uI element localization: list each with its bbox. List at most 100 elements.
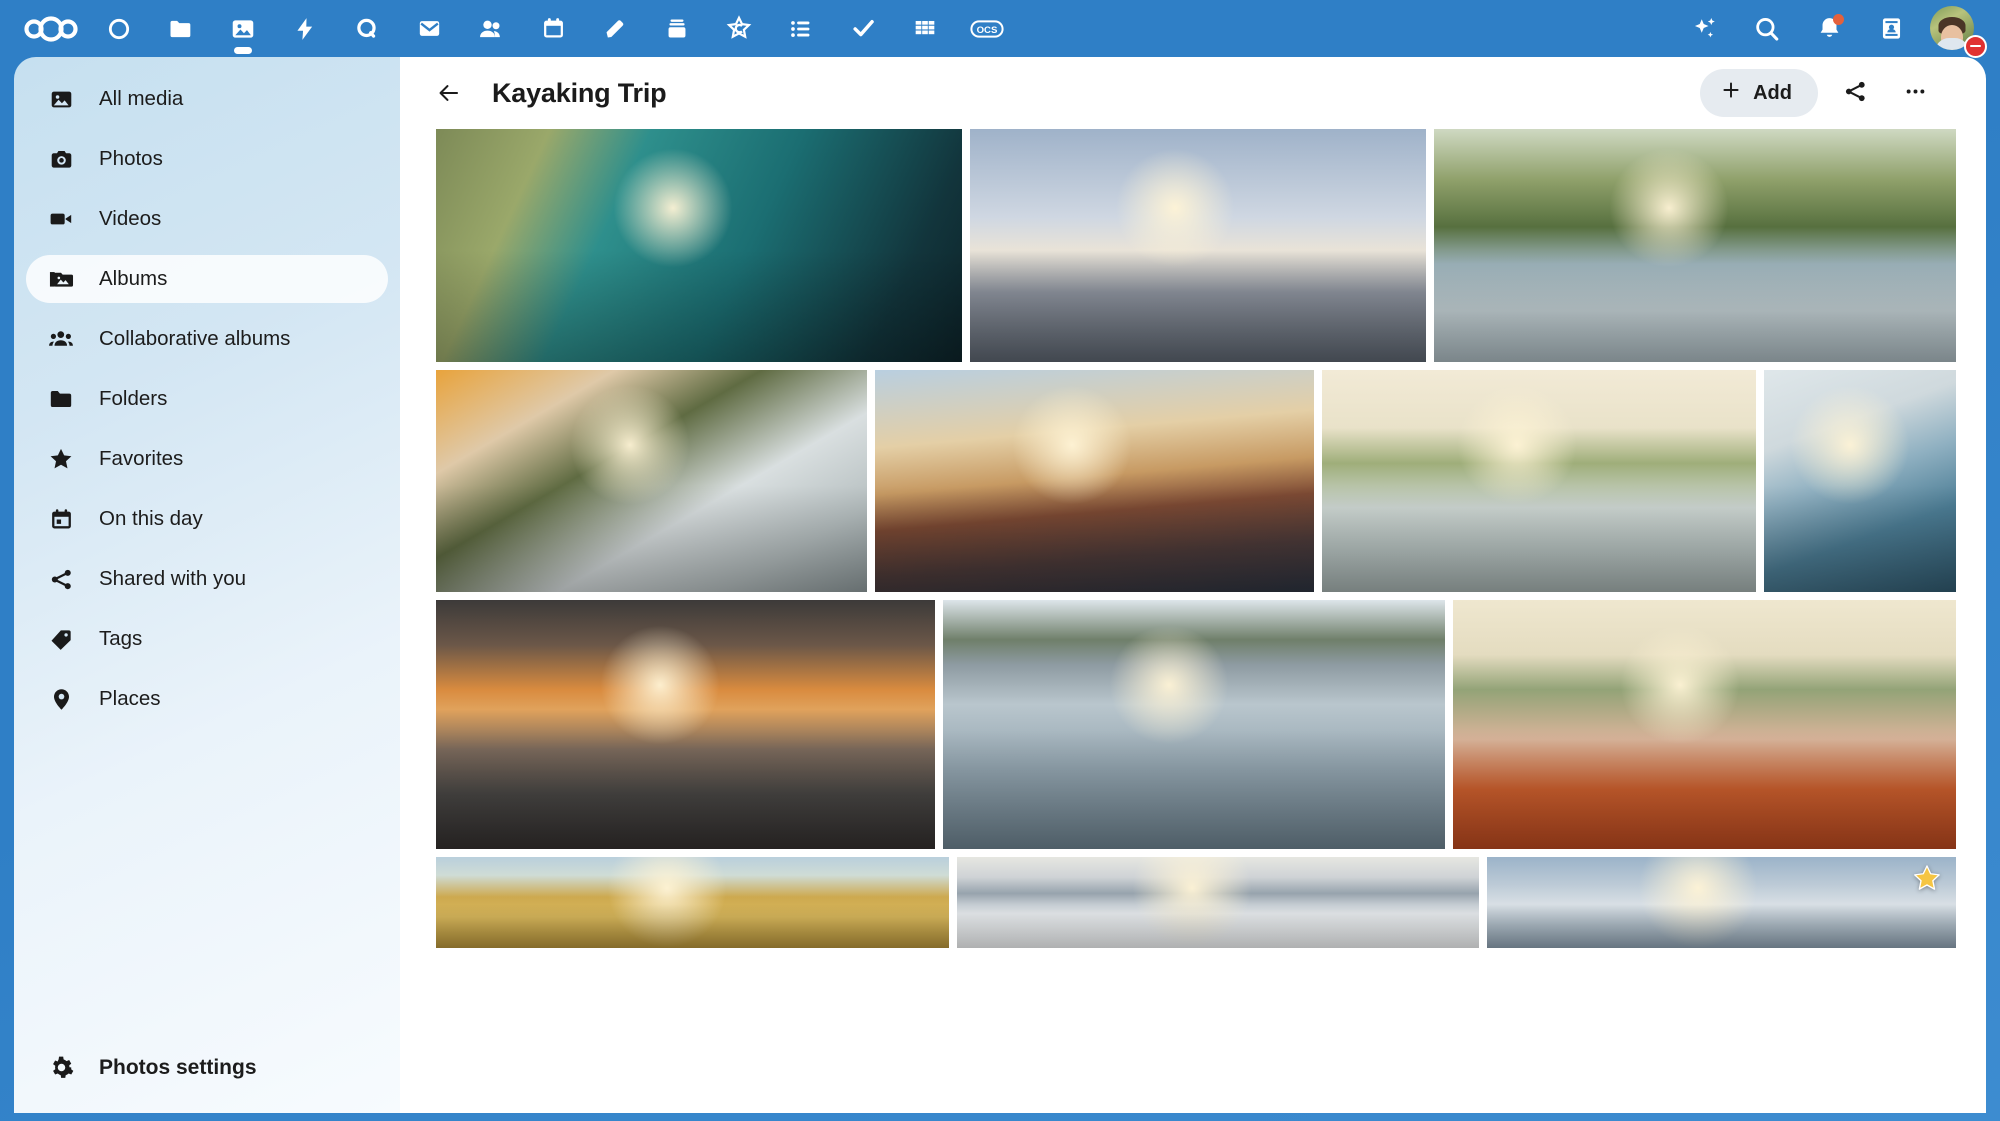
- nextcloud-logo[interactable]: [14, 3, 88, 55]
- photo-grid: [400, 129, 1986, 948]
- photo-shading: [1453, 600, 1956, 849]
- tables-icon[interactable]: [894, 3, 956, 55]
- sidebar-item-label: Albums: [99, 266, 168, 290]
- photo-shading: [874, 370, 1315, 592]
- photo-cloudy-sky[interactable]: [1486, 857, 1956, 948]
- user-avatar[interactable]: [1930, 2, 1987, 58]
- calendar-icon[interactable]: [522, 3, 584, 55]
- three-dots-icon: [1903, 79, 1928, 107]
- contacts-icon[interactable]: [460, 3, 522, 55]
- sidebar-item-list: All media Photos Videos Albums Collabora…: [14, 75, 400, 735]
- sidebar-item-on-this-day[interactable]: On this day: [26, 495, 388, 543]
- photo-shading: [436, 370, 867, 592]
- sidebar-item-albums[interactable]: Albums: [26, 255, 388, 303]
- photo-wheat-field-water[interactable]: [436, 857, 950, 948]
- photo-paddler-wave[interactable]: [1763, 370, 1956, 592]
- add-button-label: Add: [1753, 81, 1792, 104]
- photo-shading: [1763, 370, 1956, 592]
- top-navigation-bar: OCS: [0, 0, 2000, 58]
- share-album-button[interactable]: [1832, 70, 1878, 116]
- photos-icon[interactable]: [212, 3, 274, 55]
- star-icon: [48, 446, 74, 472]
- contacts-menu-icon[interactable]: [1862, 3, 1920, 55]
- sidebar-item-label: Folders: [99, 386, 168, 410]
- favorite-star-icon: [1912, 863, 1942, 893]
- sidebar-navigation: All media Photos Videos Albums Collabora…: [14, 57, 400, 1113]
- sidebar-item-favorites[interactable]: Favorites: [26, 435, 388, 483]
- photo-group-orange-kayaks[interactable]: [1322, 370, 1756, 592]
- notes-icon[interactable]: [584, 3, 646, 55]
- notifications-bell-icon[interactable]: [1800, 3, 1858, 55]
- sidebar-item-label: Tags: [99, 626, 143, 650]
- photo-woman-red-kayak[interactable]: [874, 370, 1315, 592]
- photo-shading: [1322, 370, 1756, 592]
- svg-text:OCS: OCS: [977, 25, 998, 36]
- sidebar-item-label: On this day: [99, 506, 203, 530]
- files-icon[interactable]: [150, 3, 212, 55]
- collectives-icon[interactable]: [708, 3, 770, 55]
- tasks-icon[interactable]: [770, 3, 832, 55]
- sidebar-item-photos[interactable]: Photos: [26, 135, 388, 183]
- photo-couple-blue-orange[interactable]: [1433, 129, 1956, 362]
- back-button[interactable]: [428, 72, 470, 114]
- image-icon: [48, 86, 74, 112]
- photo-shading: [969, 129, 1426, 362]
- activity-icon[interactable]: [274, 3, 336, 55]
- sidebar-item-label: Collaborative albums: [99, 326, 291, 350]
- photo-friends-orange-vests[interactable]: [1453, 600, 1956, 849]
- photos-settings-label: Photos settings: [99, 1055, 257, 1079]
- people-group-icon: [48, 326, 74, 352]
- app-launcher-icons: OCS: [0, 3, 1018, 55]
- gear-icon: [48, 1054, 74, 1080]
- sidebar-item-label: All media: [99, 86, 184, 110]
- album-header: Kayaking Trip Add: [400, 57, 1986, 129]
- photo-shading: [957, 857, 1479, 948]
- share-nodes-icon: [1843, 79, 1868, 107]
- photo-shading: [436, 600, 935, 849]
- sidebar-item-places[interactable]: Places: [26, 675, 388, 723]
- sidebar-item-folders[interactable]: Folders: [26, 375, 388, 423]
- video-camera-icon: [48, 206, 74, 232]
- photo-lone-kayak-sunset[interactable]: [436, 600, 935, 849]
- ocs-icon[interactable]: OCS: [956, 3, 1018, 55]
- map-pin-icon: [48, 686, 74, 712]
- photo-shading: [1433, 129, 1956, 362]
- photo-snow-mountain-hiker[interactable]: [957, 857, 1479, 948]
- photos-settings-button[interactable]: Photos settings: [26, 1043, 388, 1091]
- search-icon[interactable]: [1738, 3, 1796, 55]
- checkmark-icon[interactable]: [832, 3, 894, 55]
- calendar-day-icon: [48, 506, 74, 532]
- sidebar-item-all-media[interactable]: All media: [26, 75, 388, 123]
- dashboard-icon[interactable]: [88, 3, 150, 55]
- sidebar-item-collaborative-albums[interactable]: Collaborative albums: [26, 315, 388, 363]
- photo-duo-tandem-kayak[interactable]: [942, 600, 1446, 849]
- folder-icon: [48, 386, 74, 412]
- search-app-icon[interactable]: [336, 3, 398, 55]
- sidebar-item-shared-with-you[interactable]: Shared with you: [26, 555, 388, 603]
- deck-icon[interactable]: [646, 3, 708, 55]
- sidebar-item-label: Shared with you: [99, 566, 247, 590]
- photo-shading: [942, 600, 1446, 849]
- tag-icon: [48, 626, 74, 652]
- more-actions-button[interactable]: [1892, 70, 1938, 116]
- photo-shading: [1486, 857, 1956, 948]
- sidebar-item-videos[interactable]: Videos: [26, 195, 388, 243]
- photo-shading: [436, 857, 950, 948]
- photo-grid-row: [436, 129, 1956, 362]
- albums-icon: [48, 266, 74, 292]
- photo-grid-row: [436, 370, 1956, 592]
- app-window: OCS All media Photos Videos Albums Colla…: [0, 0, 2000, 1121]
- photo-grid-row: [436, 600, 1956, 849]
- add-button[interactable]: Add: [1700, 69, 1818, 117]
- photo-sunset-kayak-bow[interactable]: [969, 129, 1426, 362]
- photo-aerial-kayaks-river[interactable]: [436, 129, 962, 362]
- plus-icon: [1720, 79, 1742, 107]
- assistant-sparkle-icon[interactable]: [1676, 3, 1734, 55]
- mail-icon[interactable]: [398, 3, 460, 55]
- sidebar-item-tags[interactable]: Tags: [26, 615, 388, 663]
- app-shell: All media Photos Videos Albums Collabora…: [14, 57, 1986, 1113]
- album-actions: Add: [1700, 69, 1938, 117]
- sidebar-item-label: Videos: [99, 206, 162, 230]
- photo-paddler-white-kayak[interactable]: [436, 370, 867, 592]
- camera-icon: [48, 146, 74, 172]
